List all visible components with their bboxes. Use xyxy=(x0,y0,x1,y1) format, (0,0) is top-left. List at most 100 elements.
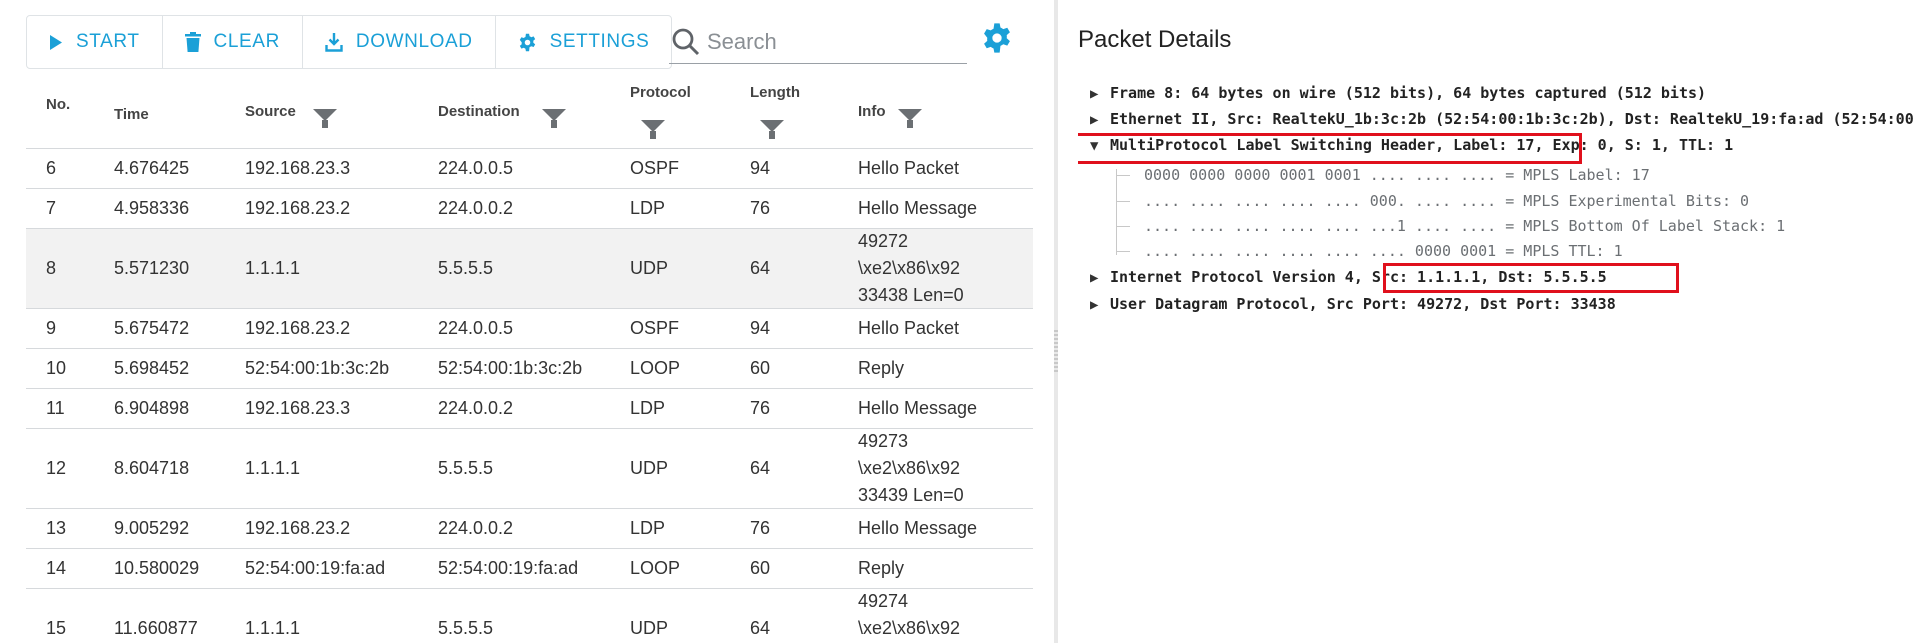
resize-grip[interactable] xyxy=(1054,330,1058,374)
cell-source: 1.1.1.1 xyxy=(245,458,301,478)
table-row[interactable]: 9 5.675472 192.168.23.2 224.0.0.5 OSPF 94 Hell… xyxy=(26,309,1033,349)
ethernet-node[interactable]: ▶ Ethernet II, Src: RealtekU_1b:3c:2b (52… xyxy=(1090,110,1915,128)
settings-gear-button[interactable] xyxy=(981,22,1013,59)
mpls-label-highlight xyxy=(1078,133,1582,164)
cell-time: 9.005292 xyxy=(114,518,190,538)
mpls-ttl-field[interactable]: .... .... .... .... .... .... 0000 0001 … xyxy=(1144,242,1623,260)
cell-destination: 224.0.0.5 xyxy=(438,158,514,178)
table-row[interactable]: 11 6.904898 192.168.23.3 224.0.0.2 LDP 76 Hell… xyxy=(26,389,1033,429)
trash-icon xyxy=(184,32,201,52)
info-line: 33438 Len=0 xyxy=(858,285,964,305)
cell-info: Hello Packet xyxy=(858,149,1033,188)
tree-connector xyxy=(1116,226,1130,227)
column-header-no[interactable]: No. xyxy=(46,96,70,113)
udp-node[interactable]: ▶ User Datagram Protocol, Src Port: 49272… xyxy=(1090,295,1616,313)
tree-connector xyxy=(1116,201,1130,202)
cell-info: Hello Packet xyxy=(858,309,1033,348)
info-line: \xe2\x86\x92 xyxy=(858,618,961,638)
info-line: 49272 xyxy=(858,231,909,251)
cell-destination: 52:54:00:1b:3c:2b xyxy=(438,358,583,378)
cell-protocol: UDP xyxy=(630,618,669,638)
column-header-info[interactable]: Info xyxy=(858,103,886,120)
cell-length: 76 xyxy=(750,398,771,418)
download-icon xyxy=(325,33,343,52)
expand-arrow-icon: ▶ xyxy=(1090,86,1099,102)
mpls-bos-field[interactable]: .... .... .... .... .... ...1 .... .... … xyxy=(1144,217,1785,235)
toolbar: START CLEAR DOWNLOAD SETTINGS xyxy=(26,15,673,69)
packet-details-pane: Packet Details ▶ Frame 8: 64 bytes on wir… xyxy=(1078,0,1915,643)
cell-no: 10 xyxy=(46,358,67,378)
table-row[interactable]: 12 8.604718 1.1.1.1 5.5.5.5 UDP 64 49273 \xe2\x… xyxy=(26,429,1033,509)
cell-protocol: OSPF xyxy=(630,158,680,178)
cell-protocol: LOOP xyxy=(630,558,681,578)
column-header-time[interactable]: Time xyxy=(114,106,149,123)
cell-destination: 224.0.0.2 xyxy=(438,398,514,418)
table-body: 6 4.676425 192.168.23.3 224.0.0.5 OSPF 94 Hell… xyxy=(26,149,1033,643)
table-row[interactable]: 7 4.958336 192.168.23.2 224.0.0.2 LDP 76 Hello… xyxy=(26,189,1033,229)
cell-source: 52:54:00:19:fa:ad xyxy=(245,558,386,578)
cell-source: 192.168.23.2 xyxy=(245,198,351,218)
packet-list-pane: START CLEAR DOWNLOAD SETTINGS No. Time S… xyxy=(0,0,1055,643)
tree-connector xyxy=(1116,175,1130,176)
info-line: Reply xyxy=(858,558,905,578)
cell-no: 13 xyxy=(46,518,67,538)
info-line: 49273 xyxy=(858,431,909,451)
source-filter-icon[interactable] xyxy=(313,109,337,128)
cell-protocol: LDP xyxy=(630,398,666,418)
length-filter-icon[interactable] xyxy=(760,120,784,139)
download-button[interactable]: DOWNLOAD xyxy=(303,16,496,68)
search-input[interactable] xyxy=(707,28,947,55)
cell-no: 7 xyxy=(46,198,57,218)
start-label: START xyxy=(76,31,140,52)
mpls-label-field[interactable]: 0000 0000 0000 0001 0001 .... .... .... … xyxy=(1144,166,1650,184)
protocol-filter-icon[interactable] xyxy=(641,120,665,139)
cell-length: 76 xyxy=(750,198,771,218)
search-icon xyxy=(672,28,700,55)
column-header-length[interactable]: Length xyxy=(750,84,800,101)
ip-src-dst-highlight xyxy=(1383,263,1679,293)
expand-arrow-icon: ▶ xyxy=(1090,112,1099,128)
frame-summary: Frame 8: 64 bytes on wire (512 bits), 64… xyxy=(1110,84,1707,102)
cell-info: Hello Message xyxy=(858,189,1033,228)
cell-source: 192.168.23.2 xyxy=(245,518,351,538)
cell-length: 60 xyxy=(750,358,771,378)
cell-destination: 5.5.5.5 xyxy=(438,618,494,638)
clear-button[interactable]: CLEAR xyxy=(163,16,303,68)
cell-protocol: LDP xyxy=(630,198,666,218)
start-button[interactable]: START xyxy=(27,16,163,68)
table-row[interactable]: 14 10.580029 52:54:00:19:fa:ad 52:54:00:19:… xyxy=(26,549,1033,589)
cell-destination: 52:54:00:19:fa:ad xyxy=(438,558,579,578)
tree-connector xyxy=(1116,169,1117,255)
column-header-source[interactable]: Source xyxy=(245,103,296,120)
cell-info: Reply xyxy=(858,349,1033,388)
expand-arrow-icon: ▶ xyxy=(1090,270,1099,286)
table-row[interactable]: 8 5.571230 1.1.1.1 5.5.5.5 UDP 64 49272 \xe2\x8… xyxy=(26,229,1033,309)
cell-source: 1.1.1.1 xyxy=(245,258,301,278)
info-filter-icon[interactable] xyxy=(898,109,922,128)
cell-length: 94 xyxy=(750,158,771,178)
settings-label: SETTINGS xyxy=(549,31,650,52)
table-row[interactable]: 13 9.005292 192.168.23.2 224.0.0.2 LDP 76 Hell… xyxy=(26,509,1033,549)
cell-source: 192.168.23.3 xyxy=(245,398,351,418)
pane-divider[interactable] xyxy=(1054,0,1058,643)
cell-time: 8.604718 xyxy=(114,458,190,478)
mpls-exp-field[interactable]: .... .... .... .... .... 000. .... .... … xyxy=(1144,192,1749,210)
cell-protocol: UDP xyxy=(630,458,669,478)
cell-no: 9 xyxy=(46,318,57,338)
column-header-destination[interactable]: Destination xyxy=(438,103,520,120)
cell-protocol: OSPF xyxy=(630,318,680,338)
table-row[interactable]: 10 5.698452 52:54:00:1b:3c:2b 52:54:00:1b:3… xyxy=(26,349,1033,389)
frame-node[interactable]: ▶ Frame 8: 64 bytes on wire (512 bits), 6… xyxy=(1090,84,1706,102)
info-line: \xe2\x86\x92 xyxy=(858,258,961,278)
table-row[interactable]: 6 4.676425 192.168.23.3 224.0.0.5 OSPF 94 Hell… xyxy=(26,149,1033,189)
info-line: Reply xyxy=(858,358,905,378)
cell-destination: 224.0.0.5 xyxy=(438,318,514,338)
column-header-protocol[interactable]: Protocol xyxy=(630,84,691,101)
cell-destination: 224.0.0.2 xyxy=(438,198,514,218)
cell-info: Hello Message xyxy=(858,389,1033,428)
info-line: Hello Packet xyxy=(858,158,960,178)
destination-filter-icon[interactable] xyxy=(542,109,566,128)
table-row[interactable]: 15 11.660877 1.1.1.1 5.5.5.5 UDP 64 49274 \xe2\… xyxy=(26,589,1033,643)
cell-protocol: LOOP xyxy=(630,358,681,378)
settings-button[interactable]: SETTINGS xyxy=(496,16,672,68)
